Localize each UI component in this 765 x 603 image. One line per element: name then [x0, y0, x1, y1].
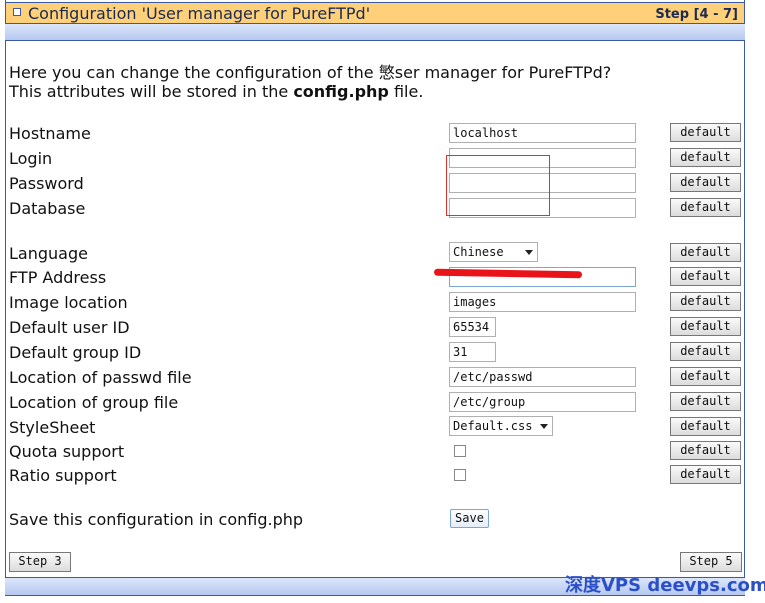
- group-file-label: Location of group file: [9, 393, 179, 412]
- database-default-button[interactable]: default: [670, 198, 741, 217]
- image-location-input[interactable]: images: [449, 292, 636, 312]
- login-default-button[interactable]: default: [670, 148, 741, 167]
- database-label: Database: [9, 199, 86, 218]
- next-step-button[interactable]: Step 5: [680, 552, 742, 572]
- group-file-input[interactable]: /etc/group: [449, 392, 636, 412]
- intro-text: Here you can change the configuration of…: [9, 63, 611, 101]
- login-label: Login: [9, 149, 53, 168]
- language-select[interactable]: Chinese: [449, 242, 538, 262]
- window-icon: [13, 8, 21, 16]
- hostname-default-button[interactable]: default: [670, 123, 741, 142]
- save-label: Save this configuration in config.php: [9, 510, 304, 529]
- passwd-file-default-button[interactable]: default: [670, 367, 741, 386]
- ratio-default-button[interactable]: default: [670, 465, 741, 484]
- default-gid-default-button[interactable]: default: [670, 342, 741, 361]
- passwd-file-label: Location of passwd file: [9, 368, 192, 387]
- intro-line-2-suffix: file.: [388, 82, 424, 101]
- intro-line-2-prefix: This attributes will be stored in the: [9, 82, 294, 101]
- header-band: [5, 24, 745, 41]
- ratio-checkbox[interactable]: [454, 469, 466, 481]
- language-selected: Chinese: [453, 245, 504, 259]
- watermark: 深度VPS deevps.com: [565, 575, 765, 596]
- hostname-label: Hostname: [9, 124, 91, 143]
- language-default-button[interactable]: default: [670, 243, 741, 262]
- group-file-default-button[interactable]: default: [670, 392, 741, 411]
- stylesheet-selected: Default.css: [453, 419, 533, 433]
- quota-checkbox[interactable]: [454, 445, 466, 457]
- passwd-file-input[interactable]: /etc/passwd: [449, 367, 636, 387]
- password-default-button[interactable]: default: [670, 173, 741, 192]
- default-gid-label: Default group ID: [9, 343, 142, 362]
- ftp-address-label: FTP Address: [9, 268, 107, 287]
- image-location-default-button[interactable]: default: [670, 292, 741, 311]
- quota-label: Quota support: [9, 442, 125, 461]
- ftp-address-default-button[interactable]: default: [670, 267, 741, 286]
- quota-default-button[interactable]: default: [670, 441, 741, 460]
- title-bar: Configuration 'User manager for PureFTPd…: [5, 2, 745, 24]
- hostname-input[interactable]: localhost: [449, 123, 636, 143]
- stylesheet-select[interactable]: Default.css: [449, 416, 553, 436]
- config-filename: config.php: [293, 82, 389, 101]
- page-title: Configuration 'User manager for PureFTPd…: [28, 4, 371, 23]
- password-label: Password: [9, 174, 84, 193]
- ratio-label: Ratio support: [9, 466, 117, 485]
- prev-step-button[interactable]: Step 3: [9, 552, 71, 572]
- intro-line-2: This attributes will be stored in the co…: [9, 82, 611, 101]
- language-label: Language: [9, 244, 88, 263]
- dropdown-arrow-icon: [525, 250, 533, 255]
- default-uid-label: Default user ID: [9, 318, 130, 337]
- step-indicator: Step [4 - 7]: [655, 7, 738, 22]
- dropdown-arrow-icon: [540, 424, 548, 429]
- stylesheet-default-button[interactable]: default: [670, 417, 741, 436]
- default-uid-input[interactable]: 65534: [449, 317, 496, 337]
- default-gid-input[interactable]: 31: [449, 342, 496, 362]
- save-button[interactable]: Save: [450, 509, 489, 528]
- image-location-label: Image location: [9, 293, 128, 312]
- stylesheet-label: StyleSheet: [9, 418, 96, 437]
- redaction-box: [446, 155, 550, 216]
- intro-line-1: Here you can change the configuration of…: [9, 63, 612, 82]
- default-uid-default-button[interactable]: default: [670, 317, 741, 336]
